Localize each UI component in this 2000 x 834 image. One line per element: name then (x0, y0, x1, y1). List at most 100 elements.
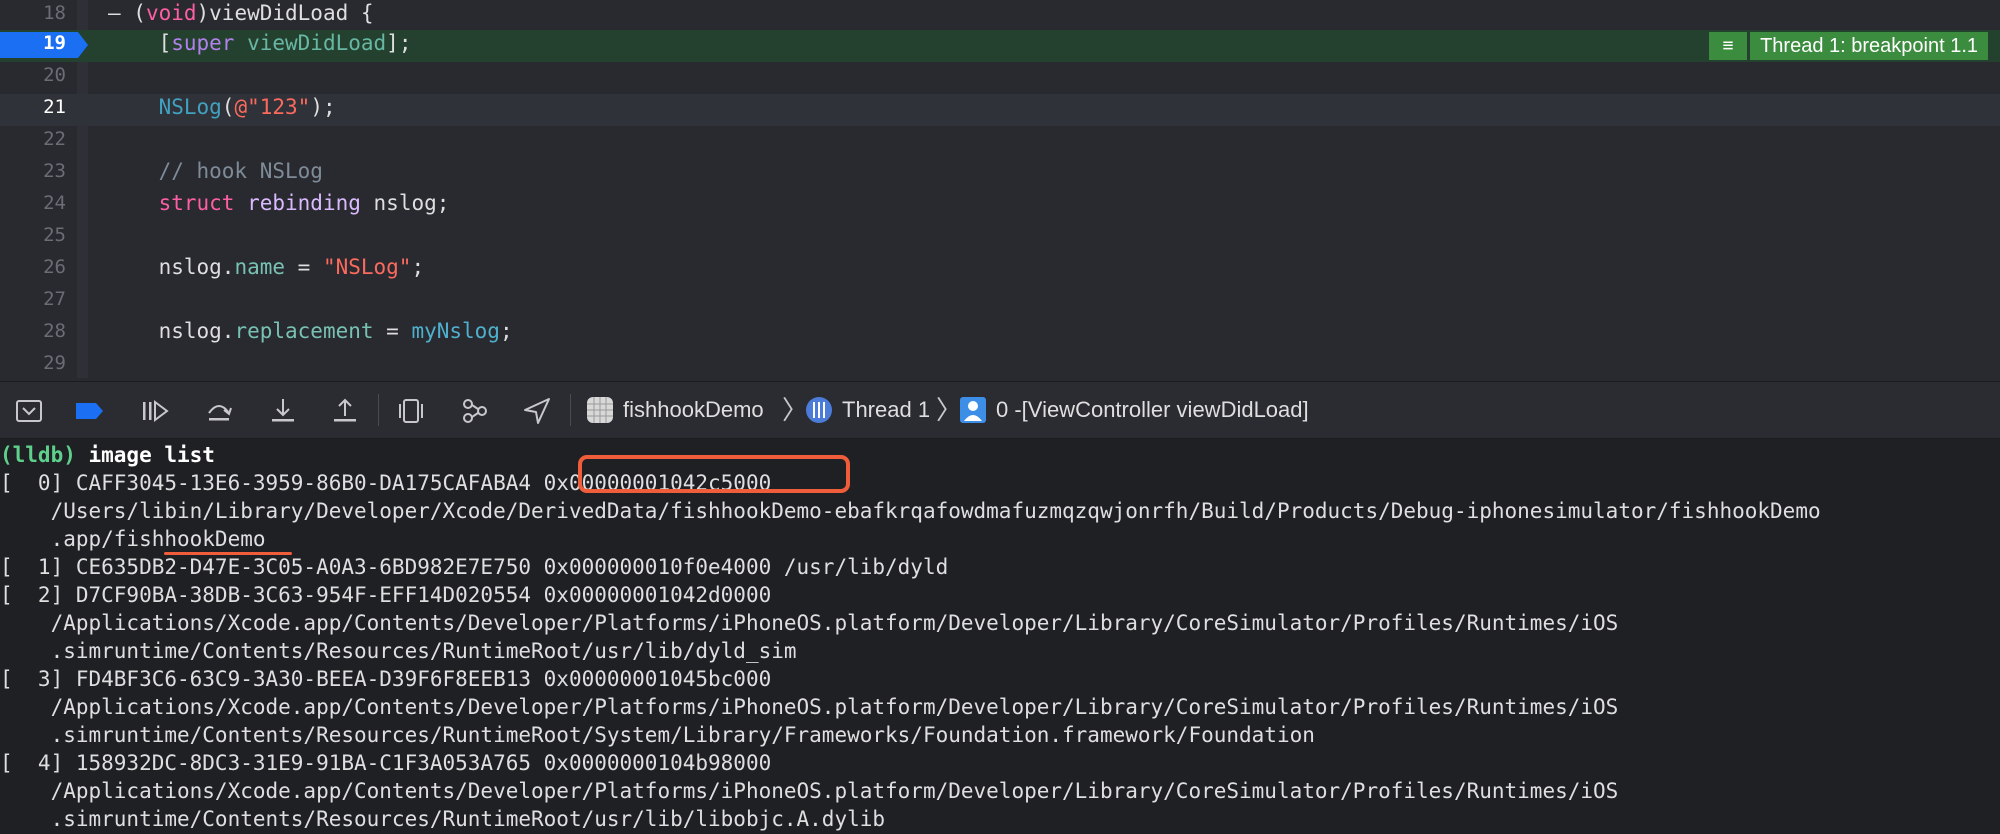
target-name: fishhookDemo (623, 397, 764, 422)
line-number: 21 (43, 96, 66, 118)
code-line-21[interactable]: 21 NSLog(@"123"); (0, 94, 2000, 126)
line-number: 29 (43, 352, 66, 374)
step-into-icon[interactable] (268, 396, 298, 426)
code-text: struct rebinding nslog; (108, 190, 450, 216)
line-number: 26 (43, 256, 66, 278)
code-token: name (234, 255, 286, 279)
console-output-line: [ 1] CE635DB2-D47E-3C05-A0A3-6BD982E7E75… (0, 555, 949, 579)
code-token: = (373, 319, 412, 343)
code-token: viewDidLoad (247, 31, 387, 55)
step-over-icon[interactable] (204, 396, 234, 426)
view-hierarchy-icon[interactable] (396, 396, 426, 426)
code-token: – ( (108, 1, 146, 25)
code-token: struct (158, 191, 235, 215)
list-icon[interactable]: ≡ (1709, 32, 1748, 60)
code-line-19[interactable]: 19 [super viewDidLoad]; ≡ Thread 1: brea… (0, 30, 2000, 62)
line-number: 24 (43, 192, 66, 214)
step-out-icon[interactable] (330, 396, 360, 426)
code-token: myNslog (411, 319, 500, 343)
console-output-line: .simruntime/Contents/Resources/RuntimeRo… (0, 639, 797, 663)
line-number: 18 (43, 2, 66, 24)
line-number: 25 (43, 224, 66, 246)
code-token: replacement (234, 319, 374, 343)
toolbar-separator (378, 394, 379, 426)
console-output-line: [ 2] D7CF90BA-38DB-3C63-954F-EFF14D02055… (0, 583, 772, 607)
memory-graph-icon[interactable] (460, 396, 490, 426)
code-line-22[interactable]: 22 (0, 126, 2000, 158)
debug-bar: fishhookDemo 〉 Thread 1 〉 0 -[ViewContro… (0, 381, 2000, 439)
console-output-line: .simruntime/Contents/Resources/RuntimeRo… (0, 807, 886, 831)
code-token: nslog. (108, 255, 235, 279)
code-line-25[interactable]: 25 (0, 222, 2000, 254)
code-line-18[interactable]: 18 – (void)viewDidLoad { (0, 0, 2000, 32)
code-token: ]; (386, 31, 412, 55)
code-text: // hook NSLog (108, 158, 323, 184)
code-line-28[interactable]: 28 nslog.replacement = myNslog; (0, 318, 2000, 350)
code-line-23[interactable]: 23 // hook NSLog (0, 158, 2000, 190)
line-number: 20 (43, 64, 66, 86)
console-output-line: [ 3] FD4BF3C6-63C9-3A30-BEEA-D39F6F8EEB1… (0, 667, 772, 691)
thread-name: Thread 1 (842, 397, 931, 422)
console-output-line: .simruntime/Contents/Resources/RuntimeRo… (0, 723, 1315, 747)
console-output-line: /Applications/Xcode.app/Contents/Develop… (0, 695, 1619, 719)
line-number: 22 (43, 128, 66, 150)
code-line-24[interactable]: 24 struct rebinding nslog; (0, 190, 2000, 222)
thread-badge-label: Thread 1: breakpoint 1.1 (1750, 32, 1988, 60)
code-token: NSLog (158, 95, 222, 119)
code-token: ( (221, 95, 235, 119)
code-text: – (void)viewDidLoad { (108, 0, 374, 26)
code-token: void (145, 1, 197, 25)
app-target-icon (587, 397, 613, 423)
simulate-location-icon[interactable] (522, 396, 552, 426)
breadcrumb-frame[interactable]: 0 -[ViewController viewDidLoad] (958, 394, 1309, 426)
binary-name-underline (164, 552, 292, 555)
code-line-27[interactable]: 27 (0, 286, 2000, 318)
code-token: = (285, 255, 323, 279)
code-token: rebinding (247, 191, 361, 215)
code-token: ; (411, 255, 425, 279)
code-token: @"123" (234, 95, 311, 119)
code-text: nslog.name = "NSLog"; (108, 254, 425, 280)
code-token: ; (499, 319, 513, 343)
code-token: ); (310, 95, 336, 119)
console-output-line: /Applications/Xcode.app/Contents/Develop… (0, 611, 1619, 635)
console-command-line: (lldb) image list (0, 441, 215, 469)
console-output-line: /Users/libin/Library/Developer/Xcode/Der… (0, 499, 1821, 523)
hide-debug-area-icon[interactable] (14, 396, 44, 426)
code-text: [super viewDidLoad]; (108, 30, 412, 56)
line-number: 27 (43, 288, 66, 310)
code-line-20[interactable]: 20 (0, 62, 2000, 94)
thread-icon (806, 397, 832, 423)
line-number: 23 (43, 160, 66, 182)
source-editor[interactable]: 18 – (void)viewDidLoad { 19 [super viewD… (0, 0, 2000, 378)
console-output-line: .app/fishhookDemo (0, 527, 266, 551)
code-text: NSLog(@"123"); (108, 94, 336, 120)
line-number: 19 (43, 32, 66, 54)
lldb-command: image list (75, 443, 215, 467)
breadcrumb-target[interactable]: fishhookDemo (585, 394, 764, 426)
breakpoints-toggle-icon[interactable] (74, 396, 104, 426)
console-output-line: [ 4] 158932DC-8DC3-31E9-91BA-C1F3A053A76… (0, 751, 772, 775)
code-token: )viewDidLoad { (196, 1, 374, 25)
code-token: [ (108, 31, 172, 55)
breadcrumb-thread[interactable]: Thread 1 (804, 394, 930, 426)
code-line-26[interactable]: 26 nslog.name = "NSLog"; (0, 254, 2000, 286)
lldb-console[interactable]: (lldb) image list [ 0] CAFF3045-13E6-395… (0, 439, 2000, 834)
code-token: // hook NSLog (108, 159, 323, 183)
continue-icon[interactable] (140, 396, 170, 426)
frame-name: 0 -[ViewController viewDidLoad] (996, 397, 1309, 422)
code-token: nslog; (360, 191, 450, 215)
code-token: nslog. (108, 319, 235, 343)
code-line-29[interactable]: 29 (0, 350, 2000, 378)
thread-indicator[interactable]: ≡ Thread 1: breakpoint 1.1 (1709, 32, 1988, 60)
lldb-prompt: (lldb) (0, 443, 76, 467)
line-number: 28 (43, 320, 66, 342)
load-address-highlight (578, 455, 850, 493)
user-frame-icon (960, 397, 986, 423)
code-token: super (171, 31, 235, 55)
code-text: nslog.replacement = myNslog; (108, 318, 513, 344)
console-output-line: /Applications/Xcode.app/Contents/Develop… (0, 779, 1619, 803)
